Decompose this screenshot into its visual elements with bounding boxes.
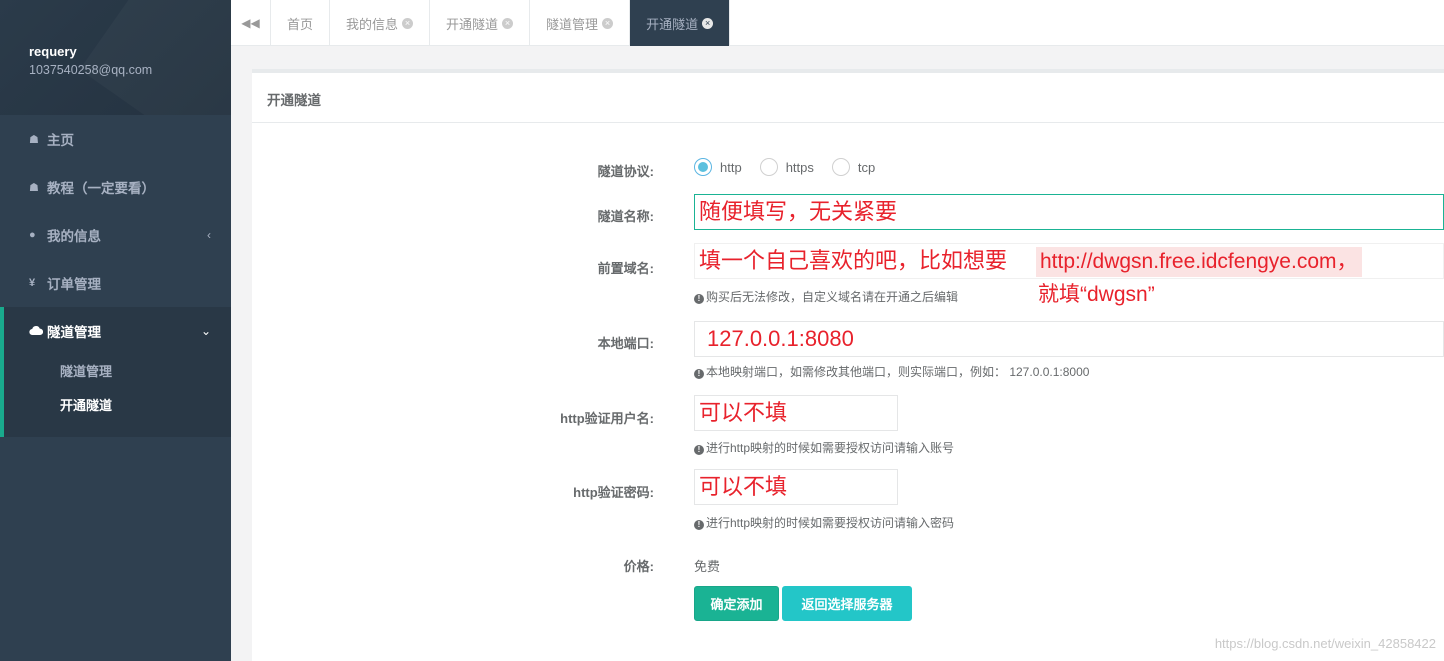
- auth-user-label: http验证用户名:: [560, 411, 654, 426]
- main-content: 开通隧道 隧道协议: http https tcp 隧道名称: 随便填写，无关紧…: [231, 47, 1444, 661]
- radio-label: http: [720, 159, 742, 175]
- back-to-server-select-button[interactable]: 返回选择服务器: [782, 586, 912, 621]
- protocol-label: 隧道协议:: [597, 164, 654, 179]
- auth-user-input[interactable]: 可以不填: [694, 395, 898, 431]
- sidebar-item-tunnel-management[interactable]: 隧道管理 ⌄: [4, 307, 231, 355]
- sidebar-item-label: 主页: [47, 133, 74, 148]
- sidebar-item-label: 教程（一定要看）: [47, 181, 155, 196]
- sidebar-subitem-tunnel-management[interactable]: 隧道管理: [4, 355, 231, 389]
- tab-label: 隧道管理: [546, 16, 599, 32]
- prefix-domain-annotation: 填一个自己喜欢的吧，比如想要: [699, 248, 1008, 273]
- protocol-radio-group: http https tcp: [694, 158, 893, 176]
- auth-password-help-text: ! 进行http映射的时候如需要授权访问请输入密码: [694, 514, 954, 531]
- protocol-radio-http[interactable]: http: [694, 158, 742, 176]
- price-label: 价格:: [623, 559, 654, 574]
- info-icon: !: [694, 369, 704, 379]
- sidebar-item-home[interactable]: ☗ 主页: [0, 115, 231, 163]
- sidebar: requery 1037540258@qq.com ☗ 主页 ☗ 教程（一定要看…: [0, 0, 231, 661]
- tab-label: 开通隧道: [446, 16, 499, 32]
- form-panel: 开通隧道 隧道协议: http https tcp 隧道名称: 随便填写，无关紧…: [252, 69, 1444, 661]
- confirm-add-button[interactable]: 确定添加: [694, 586, 779, 621]
- sidebar-item-my-info[interactable]: ● 我的信息 ‹: [0, 211, 231, 259]
- radio-label: https: [785, 159, 814, 175]
- radio-label: tcp: [857, 159, 876, 175]
- home-icon: ☗: [29, 181, 39, 194]
- local-port-help-text: ! 本地映射端口，如需修改其他端口，则实际端口，例如： 127.0.0.1:800…: [694, 363, 1089, 380]
- sidebar-group-tunnels: 隧道管理 ⌄ 隧道管理 开通隧道: [0, 307, 231, 437]
- tab-label: 首页: [287, 16, 314, 32]
- info-icon: !: [694, 445, 704, 455]
- close-icon[interactable]: ×: [602, 17, 614, 29]
- close-icon[interactable]: ×: [402, 17, 414, 29]
- auth-password-input[interactable]: 可以不填: [694, 469, 898, 505]
- tab-label: 我的信息: [346, 16, 399, 32]
- chevron-left-icon: ‹: [207, 228, 211, 242]
- auth-user-annotation: 可以不填: [699, 400, 788, 425]
- sidebar-item-label: 我的信息: [47, 229, 101, 244]
- yen-icon: ¥: [29, 277, 36, 289]
- radio-circle: [694, 158, 712, 176]
- protocol-radio-https[interactable]: https: [759, 158, 814, 176]
- panel-title: 开通隧道: [252, 73, 1444, 123]
- chevron-down-icon: ⌄: [200, 324, 211, 338]
- radio-circle: [831, 158, 850, 176]
- help-text: 进行http映射的时候如需要授权访问请输入账号: [706, 441, 955, 455]
- tabs-scroll-left-icon[interactable]: ◀◀: [231, 0, 271, 46]
- sidebar-item-label: 隧道管理: [47, 325, 101, 340]
- help-text: 进行http映射的时候如需要授权访问请输入密码: [706, 516, 955, 530]
- tab-my-info[interactable]: 我的信息 ×: [330, 0, 431, 46]
- tab-home[interactable]: 首页: [271, 0, 331, 46]
- price-value: 免费: [694, 559, 721, 574]
- local-port-input[interactable]: 127.0.0.1:8080: [694, 321, 1444, 357]
- prefix-domain-label: 前置域名:: [597, 261, 654, 276]
- sidebar-item-orders[interactable]: ¥ 订单管理: [0, 259, 231, 307]
- tab-open-tunnel[interactable]: 开通隧道 ×: [430, 0, 531, 46]
- prefix-help-text: ! 购买后无法修改，自定义域名请在开通之后编辑: [694, 288, 958, 305]
- user-icon: ●: [29, 229, 36, 241]
- local-port-label: 本地端口:: [597, 336, 654, 351]
- home-icon: ☗: [29, 133, 39, 146]
- auth-password-label: http验证密码:: [573, 485, 654, 500]
- user-email: 1037540258@qq.com: [29, 63, 153, 77]
- info-icon: !: [694, 520, 704, 530]
- protocol-radio-tcp[interactable]: tcp: [831, 158, 876, 176]
- tab-open-tunnel-active[interactable]: 开通隧道 ×: [630, 0, 731, 46]
- prefix-annotation-url: http://dwgsn.free.idcfengye.com，: [1036, 247, 1362, 277]
- tunnel-name-label: 隧道名称:: [597, 209, 654, 224]
- help-text: 购买后无法修改，自定义域名请在开通之后编辑: [706, 290, 959, 304]
- prefix-annotation-line2: 就填“dwgsn”: [1038, 283, 1155, 306]
- auth-user-help-text: ! 进行http映射的时候如需要授权访问请输入账号: [694, 439, 954, 456]
- tab-tunnel-management[interactable]: 隧道管理 ×: [530, 0, 631, 46]
- username[interactable]: requery: [29, 44, 231, 59]
- auth-password-annotation: 可以不填: [699, 474, 788, 499]
- profile-header: requery 1037540258@qq.com: [0, 0, 231, 115]
- cloud-icon: [29, 325, 47, 338]
- local-port-value: 127.0.0.1:8080: [707, 326, 854, 351]
- tab-bar: ◀◀ 首页 我的信息 × 开通隧道 × 隧道管理 × 开通隧道 ×: [231, 0, 1444, 46]
- tab-label: 开通隧道: [646, 16, 699, 32]
- close-icon[interactable]: ×: [702, 17, 714, 29]
- info-icon: !: [694, 294, 704, 304]
- watermark: https://blog.csdn.net/weixin_42858422: [1214, 636, 1436, 651]
- sidebar-item-tutorial[interactable]: ☗ 教程（一定要看）: [0, 163, 231, 211]
- tunnel-name-input[interactable]: 随便填写，无关紧要: [694, 194, 1444, 230]
- help-text: 本地映射端口，如需修改其他端口，则实际端口，例如： 127.0.0.1:8000: [706, 365, 1090, 379]
- radio-circle: [759, 158, 778, 176]
- sidebar-subitem-open-tunnel[interactable]: 开通隧道: [4, 389, 231, 423]
- tunnel-name-annotation: 随便填写，无关紧要: [699, 199, 898, 224]
- sidebar-item-label: 订单管理: [47, 277, 101, 292]
- close-icon[interactable]: ×: [502, 17, 514, 29]
